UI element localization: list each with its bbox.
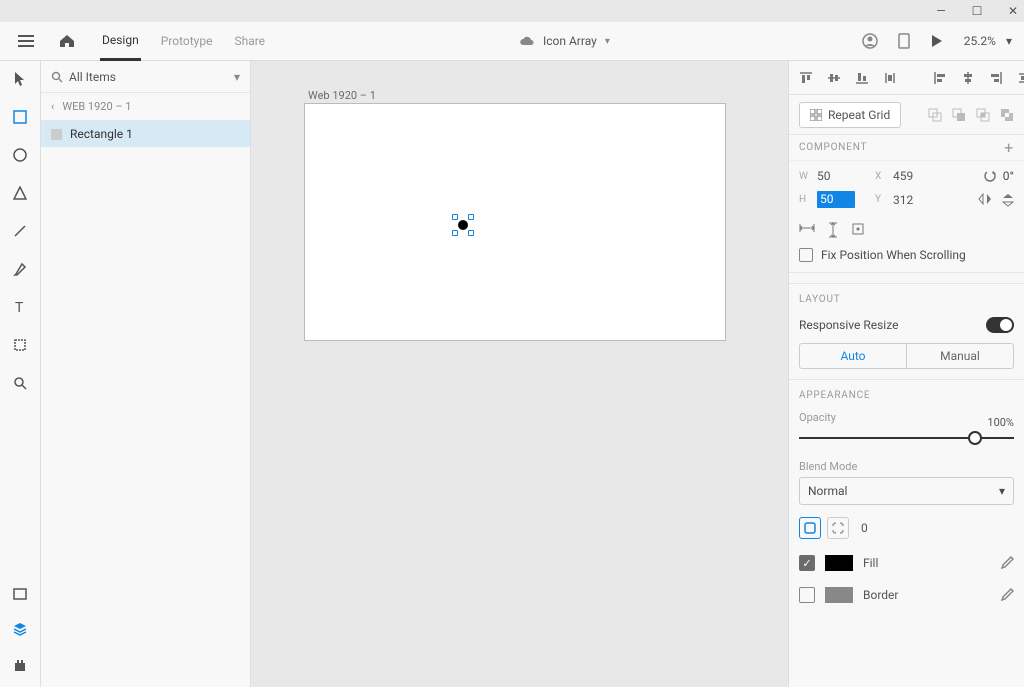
pen-tool[interactable]	[10, 259, 30, 279]
height-input[interactable]: 50	[817, 191, 855, 208]
fill-swatch[interactable]	[825, 555, 853, 571]
align-left-icon[interactable]	[933, 71, 947, 85]
y-input[interactable]: 312	[893, 193, 931, 207]
layer-item[interactable]: Rectangle 1	[41, 121, 250, 147]
search-icon	[51, 71, 63, 83]
responsive-toggle[interactable]	[986, 317, 1014, 333]
subtract-icon[interactable]	[952, 108, 966, 122]
tab-share[interactable]: Share	[232, 22, 267, 61]
border-swatch[interactable]	[825, 587, 853, 603]
resize-manual[interactable]: Manual	[907, 344, 1013, 368]
resp-both-icon[interactable]	[851, 222, 865, 238]
tab-prototype[interactable]: Prototype	[159, 22, 215, 61]
canvas[interactable]: Web 1920 – 1	[251, 61, 788, 687]
artboard[interactable]	[304, 103, 726, 341]
minimize-button[interactable]: —	[934, 4, 948, 18]
search-input[interactable]	[69, 70, 234, 84]
cloud-icon	[519, 35, 535, 47]
rotation-input[interactable]: 0°	[1003, 169, 1014, 183]
width-input[interactable]: 50	[817, 169, 855, 183]
distribute-h-icon[interactable]	[1017, 71, 1024, 85]
text-tool[interactable]: T	[10, 297, 30, 317]
corner-all-icon[interactable]	[799, 517, 821, 539]
ellipse-tool[interactable]	[10, 145, 30, 165]
repeat-grid-button[interactable]: Repeat Grid	[799, 102, 901, 128]
breadcrumb[interactable]: ‹ WEB 1920 – 1	[41, 93, 250, 121]
artboard-label[interactable]: Web 1920 – 1	[308, 89, 376, 102]
menu-icon[interactable]	[12, 34, 40, 48]
intersect-icon[interactable]	[976, 108, 990, 122]
corner-radius-input[interactable]: 0	[861, 521, 868, 535]
exclude-icon[interactable]	[1000, 108, 1014, 122]
fix-position-checkbox[interactable]: Fix Position When Scrolling	[799, 248, 1014, 262]
maximize-button[interactable]: ☐	[970, 4, 984, 18]
layout-header: LAYOUT	[799, 294, 1014, 305]
flip-h-icon[interactable]	[978, 193, 992, 207]
plugins-icon[interactable]	[10, 655, 30, 675]
home-icon[interactable]	[52, 34, 82, 48]
resp-width-icon[interactable]	[799, 222, 815, 238]
align-hcenter-icon[interactable]	[961, 71, 975, 85]
zoom-dropdown[interactable]: 25.2%▾	[964, 34, 1012, 48]
rotate-icon[interactable]	[983, 169, 997, 183]
fill-checkbox[interactable]	[799, 555, 815, 571]
blend-mode-select[interactable]: Normal▾	[799, 477, 1014, 505]
eyedropper-icon[interactable]	[1000, 588, 1014, 602]
align-vcenter-icon[interactable]	[827, 71, 841, 85]
x-input[interactable]: 459	[893, 169, 931, 183]
select-tool[interactable]	[10, 69, 30, 89]
tab-design[interactable]: Design	[100, 22, 141, 61]
responsive-label: Responsive Resize	[799, 318, 898, 332]
eyedropper-icon[interactable]	[1000, 556, 1014, 570]
border-checkbox[interactable]	[799, 587, 815, 603]
chevron-left-icon: ‹	[51, 100, 54, 113]
user-icon[interactable]	[862, 33, 878, 49]
artboard-tool[interactable]	[10, 335, 30, 355]
blend-label: Blend Mode	[799, 460, 1014, 473]
opacity-slider[interactable]: 100%	[799, 428, 1014, 448]
svg-text:T: T	[15, 300, 24, 314]
align-right-icon[interactable]	[989, 71, 1003, 85]
add-icon[interactable]	[928, 108, 942, 122]
appearance-header: APPEARANCE	[799, 390, 1014, 401]
play-icon[interactable]	[930, 34, 944, 48]
align-bottom-icon[interactable]	[855, 71, 869, 85]
selected-object[interactable]	[455, 217, 471, 233]
polygon-tool[interactable]	[10, 183, 30, 203]
layer-thumb	[51, 129, 62, 140]
fill-label: Fill	[863, 556, 878, 570]
line-tool[interactable]	[10, 221, 30, 241]
resize-auto[interactable]: Auto	[800, 344, 907, 368]
device-icon[interactable]	[898, 33, 910, 49]
close-button[interactable]: ✕	[1006, 4, 1020, 18]
align-top-icon[interactable]	[799, 71, 813, 85]
search-chevron-icon[interactable]: ▾	[234, 70, 240, 84]
document-title[interactable]: Icon Array	[543, 34, 597, 48]
chevron-down-icon[interactable]: ▾	[605, 36, 610, 47]
component-header: COMPONENT+	[789, 135, 1024, 161]
flip-v-icon[interactable]	[1002, 193, 1014, 207]
corner-each-icon[interactable]	[827, 517, 849, 539]
rectangle-tool[interactable]	[10, 107, 30, 127]
opacity-label: Opacity	[799, 411, 1014, 424]
resp-height-icon[interactable]	[827, 222, 839, 238]
add-component-icon[interactable]: +	[1004, 138, 1014, 157]
distribute-v-icon[interactable]	[883, 71, 897, 85]
layers-icon[interactable]	[10, 619, 30, 639]
zoom-tool[interactable]	[10, 373, 30, 393]
assets-icon[interactable]	[10, 583, 30, 603]
border-label: Border	[863, 588, 898, 602]
